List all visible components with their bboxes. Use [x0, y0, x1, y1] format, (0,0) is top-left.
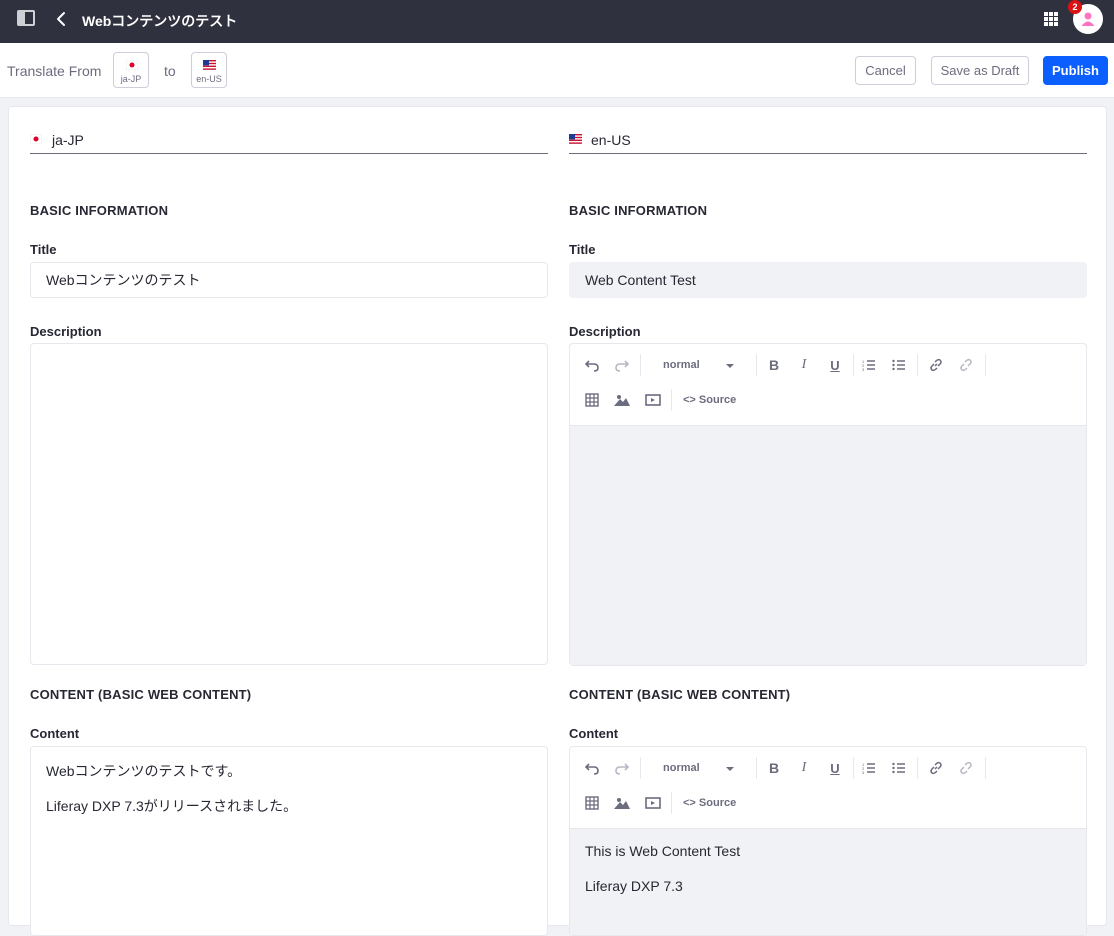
toolbar-separator	[917, 757, 918, 779]
basic-information-heading: BASIC INFORMATION	[569, 203, 708, 218]
italic-icon[interactable]: I	[792, 757, 816, 779]
target-content-line: This is Web Content Test	[585, 843, 741, 859]
apps-grid-icon[interactable]	[1044, 12, 1058, 26]
toolbar-separator	[917, 354, 918, 376]
image-icon[interactable]	[610, 389, 634, 411]
content-section-heading: CONTENT (BASIC WEB CONTENT)	[30, 687, 252, 702]
underline-icon[interactable]: U	[823, 757, 847, 779]
source-label: Source	[698, 394, 737, 406]
toolbar-separator	[671, 389, 672, 411]
target-content-line: Liferay DXP 7.3	[585, 878, 683, 894]
chevron-down-icon[interactable]	[726, 767, 734, 771]
target-language-code: en-US	[591, 132, 631, 148]
svg-text:3: 3	[862, 367, 865, 372]
redo-icon[interactable]	[610, 354, 634, 376]
title-label: Title	[30, 242, 57, 257]
basic-information-heading: BASIC INFORMATION	[30, 203, 169, 218]
unlink-icon[interactable]	[954, 757, 978, 779]
source-content-line: Webコンテンツのテストです。	[46, 763, 242, 779]
content-section-heading: CONTENT (BASIC WEB CONTENT)	[569, 687, 791, 702]
toolbar-separator	[640, 757, 641, 779]
source-content-field[interactable]: Webコンテンツのテストです。 Liferay DXP 7.3がリリースされまし…	[30, 746, 548, 936]
bold-icon[interactable]: B	[762, 757, 786, 779]
source-language-button[interactable]: ja-JP	[113, 52, 149, 88]
cancel-button[interactable]: Cancel	[855, 56, 916, 85]
to-label: to	[164, 63, 176, 79]
editor-toolbar: normal B I U 123 <> Source	[570, 344, 1086, 426]
toolbar-separator	[756, 757, 757, 779]
bold-icon[interactable]: B	[762, 354, 786, 376]
target-content-editor: normal B I U 123 <> Source This is Web C…	[569, 746, 1087, 936]
toolbar-separator	[853, 757, 854, 779]
source-description-field[interactable]	[30, 343, 548, 665]
toolbar-separator	[985, 757, 986, 779]
source-language-header: ja-JP	[30, 131, 548, 154]
us-flag-icon	[203, 60, 216, 70]
undo-icon[interactable]	[580, 757, 604, 779]
source-language-code: ja-JP	[52, 132, 84, 148]
video-icon[interactable]	[641, 389, 665, 411]
source-label: Source	[698, 797, 737, 809]
unordered-list-icon[interactable]	[887, 757, 911, 779]
save-as-draft-button[interactable]: Save as Draft	[931, 56, 1029, 85]
image-icon[interactable]	[610, 792, 634, 814]
code-icon: <>	[683, 394, 696, 406]
translation-toolbar: Translate From ja-JP to en-US Cancel Sav…	[0, 43, 1114, 98]
ordered-list-icon[interactable]: 123	[857, 757, 881, 779]
sidebar-toggle-icon[interactable]	[17, 10, 35, 26]
target-language-code: en-US	[196, 74, 222, 84]
translate-from-label: Translate From	[7, 63, 102, 79]
source-title-field[interactable]: Webコンテンツのテスト	[30, 262, 548, 298]
source-language-code: ja-JP	[120, 74, 142, 84]
toolbar-separator	[640, 354, 641, 376]
page-title: Webコンテンツのテスト	[82, 13, 238, 29]
target-description-body[interactable]	[570, 426, 1086, 665]
unlink-icon[interactable]	[954, 354, 978, 376]
redo-icon[interactable]	[610, 757, 634, 779]
italic-icon[interactable]: I	[792, 354, 816, 376]
translation-sheet: ja-JP BASIC INFORMATION Title Webコンテンツのテ…	[8, 106, 1107, 936]
target-language-header: en-US	[569, 131, 1087, 154]
unordered-list-icon[interactable]	[887, 354, 911, 376]
format-select[interactable]: normal	[663, 762, 700, 774]
code-icon: <>	[683, 797, 696, 809]
toolbar-separator	[985, 354, 986, 376]
target-title-field[interactable]: Web Content Test	[569, 262, 1087, 298]
title-label: Title	[569, 242, 596, 257]
video-icon[interactable]	[641, 792, 665, 814]
notification-badge: 2	[1068, 0, 1082, 14]
top-navigation-bar: Webコンテンツのテスト 2	[0, 0, 1114, 43]
link-icon[interactable]	[924, 354, 948, 376]
ordered-list-icon[interactable]: 123	[857, 354, 881, 376]
table-icon[interactable]	[580, 389, 604, 411]
chevron-left-icon	[57, 12, 65, 26]
back-button[interactable]	[52, 9, 72, 29]
description-label: Description	[569, 324, 641, 339]
content-label: Content	[569, 726, 619, 741]
japan-flag-icon	[126, 60, 138, 70]
publish-button[interactable]: Publish	[1043, 56, 1108, 85]
svg-text:3: 3	[862, 770, 865, 775]
undo-icon[interactable]	[580, 354, 604, 376]
content-label: Content	[30, 726, 80, 741]
toolbar-separator	[756, 354, 757, 376]
chevron-down-icon[interactable]	[726, 364, 734, 368]
description-label: Description	[30, 324, 102, 339]
link-icon[interactable]	[924, 757, 948, 779]
editor-toolbar: normal B I U 123 <> Source	[570, 747, 1086, 829]
japan-flag-icon	[30, 134, 42, 144]
source-content-line: Liferay DXP 7.3がリリースされました。	[46, 798, 298, 814]
toolbar-separator	[853, 354, 854, 376]
underline-icon[interactable]: U	[823, 354, 847, 376]
target-content-body[interactable]: This is Web Content Test Liferay DXP 7.3	[570, 829, 1086, 935]
us-flag-icon	[569, 134, 582, 144]
target-language-button[interactable]: en-US	[191, 52, 227, 88]
toolbar-separator	[671, 792, 672, 814]
target-description-editor: normal B I U 123 <> Source	[569, 343, 1087, 666]
format-select[interactable]: normal	[663, 359, 700, 371]
source-button[interactable]: <> Source	[683, 394, 736, 406]
table-icon[interactable]	[580, 792, 604, 814]
source-button[interactable]: <> Source	[683, 797, 736, 809]
